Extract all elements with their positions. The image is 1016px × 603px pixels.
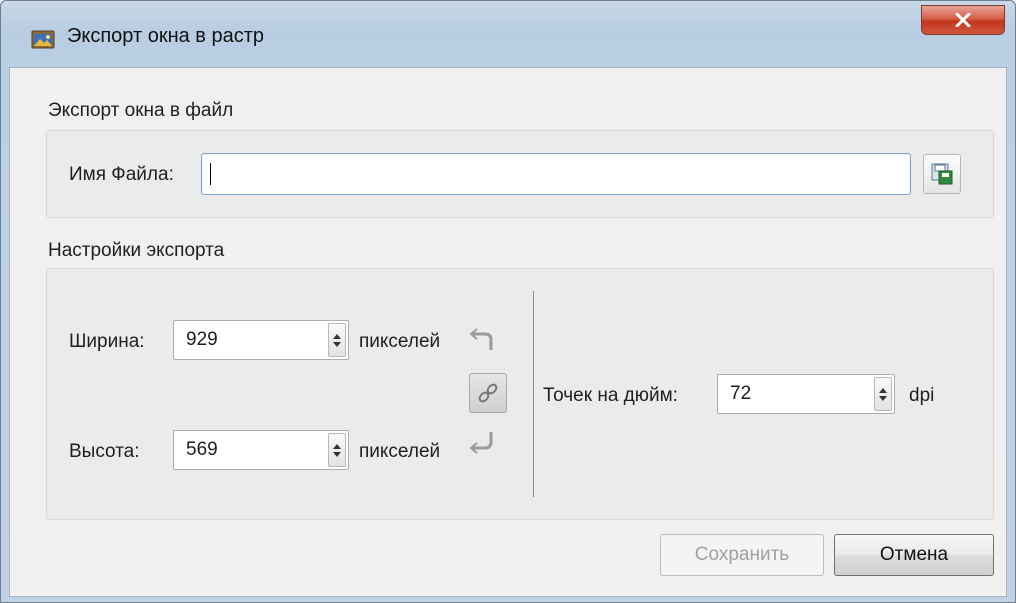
width-unit-label: пикселей [359,331,441,352]
decrement-arrow-icon[interactable] [333,451,341,457]
file-group: Имя Файла: [46,130,994,218]
dpi-spinbox[interactable]: 72 [717,374,895,414]
filename-input[interactable] [201,153,911,195]
browse-file-button[interactable] [923,154,961,194]
close-button[interactable] [921,5,1005,35]
image-export-icon [31,30,55,49]
aspect-link-toggle[interactable] [469,373,507,413]
export-dialog-window: Экспорт окна в растр Экспорт окна в файл… [0,0,1016,603]
dialog-content: Экспорт окна в файл Имя Файла: Настройки… [9,67,1007,597]
dpi-unit-label: dpi [909,385,935,406]
height-unit-label: пикселей [359,441,441,462]
save-file-icon [931,163,953,185]
chain-link-icon [478,383,498,403]
increment-arrow-icon[interactable] [333,333,341,339]
decrement-arrow-icon[interactable] [333,341,341,347]
close-x-icon [955,13,971,27]
window-title: Экспорт окна в растр [67,25,265,47]
filename-label: Имя Файла: [69,164,174,185]
dpi-label: Точек на дюйм: [543,385,678,406]
settings-group: Ширина: 929 пикселей Высота: 569 пикселе… [46,268,994,520]
file-section-label: Экспорт окна в файл [48,100,234,121]
dpi-value: 72 [730,383,752,404]
width-value: 929 [186,329,218,350]
save-button[interactable]: Сохранить [660,534,824,576]
increment-arrow-icon[interactable] [879,387,887,393]
link-bracket-top-icon [469,328,493,350]
width-label: Ширина: [69,331,145,352]
height-value: 569 [186,439,218,460]
height-spinbox[interactable]: 569 [173,430,349,470]
height-spin-arrows[interactable] [328,433,346,467]
cancel-button[interactable]: Отмена [834,534,994,576]
text-caret [210,163,211,185]
width-spin-arrows[interactable] [328,323,346,357]
decrement-arrow-icon[interactable] [879,395,887,401]
link-bracket-bottom-icon [469,432,493,454]
height-label: Высота: [69,441,140,462]
settings-section-label: Настройки экспорта [48,240,225,261]
width-spinbox[interactable]: 929 [173,320,349,360]
vertical-separator [533,291,534,497]
dpi-spin-arrows[interactable] [874,377,892,411]
title-bar[interactable]: Экспорт окна в растр [1,1,1015,67]
increment-arrow-icon[interactable] [333,443,341,449]
